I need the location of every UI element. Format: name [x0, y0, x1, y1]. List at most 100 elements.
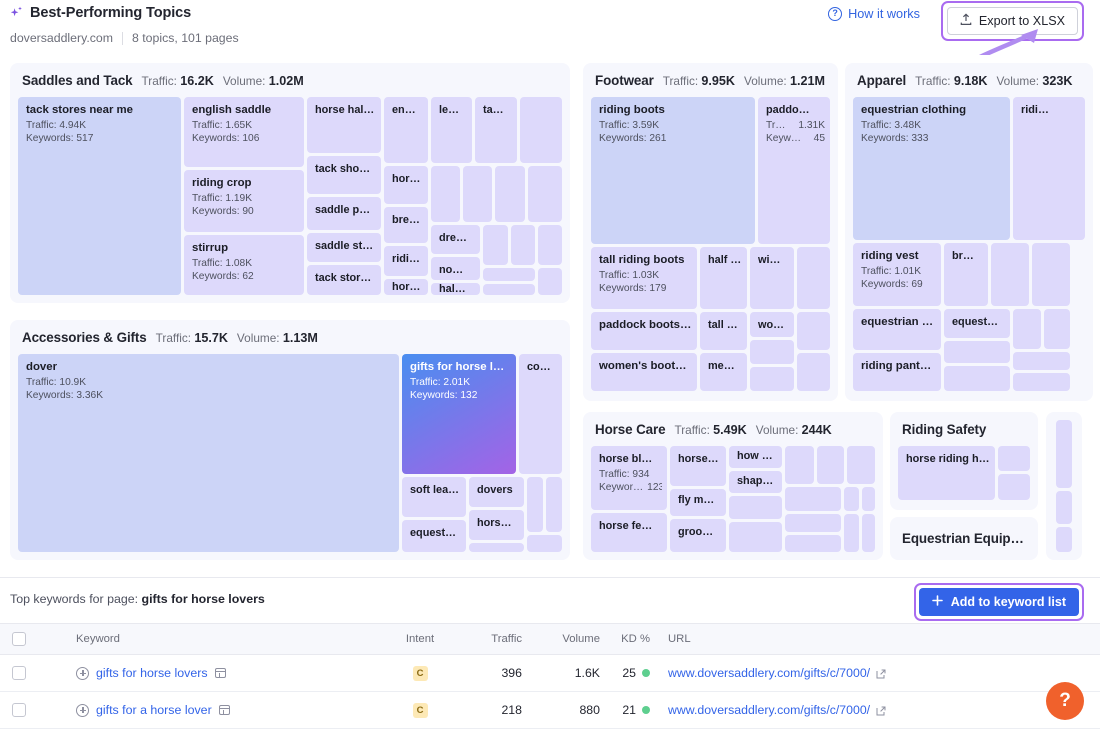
treemap-tile[interactable]: [483, 284, 535, 295]
external-link-icon[interactable]: [876, 705, 886, 715]
treemap-tile[interactable]: [1013, 309, 1041, 349]
treemap-tile[interactable]: tack stores near me Traffic: 4.94K Keywo…: [18, 97, 181, 295]
treemap-tile[interactable]: [785, 535, 841, 552]
treemap-tile[interactable]: ridi…: [1013, 97, 1085, 240]
treemap-tile[interactable]: half …: [700, 247, 747, 309]
treemap-tile[interactable]: fly m…: [670, 489, 726, 516]
treemap-tile[interactable]: [785, 446, 814, 484]
topic-panel-footwear[interactable]: Footwear Traffic: 9.95K Volume: 1.21M ri…: [583, 63, 838, 401]
row-checkbox[interactable]: [12, 666, 26, 680]
treemap-tile[interactable]: saddle st…: [307, 233, 381, 262]
treemap-tile[interactable]: [469, 543, 524, 552]
column-header-intent[interactable]: Intent: [390, 624, 450, 655]
treemap-tile[interactable]: [483, 225, 508, 265]
treemap-tile[interactable]: [527, 477, 543, 532]
treemap-tile[interactable]: ta…: [475, 97, 517, 163]
topic-panel-apparel[interactable]: Apparel Traffic: 9.18K Volume: 323K eque…: [845, 63, 1093, 401]
column-header-url[interactable]: URL: [662, 624, 1100, 655]
treemap-tile[interactable]: saddle pa…: [307, 197, 381, 230]
treemap-tile[interactable]: tack shop…: [307, 156, 381, 194]
treemap-tile[interactable]: [1056, 527, 1072, 552]
external-link-icon[interactable]: [876, 668, 886, 678]
url-link[interactable]: www.doversaddlery.com/gifts/c/7000/: [668, 666, 870, 680]
treemap-tile[interactable]: tall riding boots Traffic: 1.03K Keyword…: [591, 247, 697, 309]
topic-panel-riding-safety[interactable]: Riding Safety horse riding h…: [890, 412, 1038, 510]
treemap-tile[interactable]: stirrup Traffic: 1.08K Keywords: 62: [184, 235, 304, 295]
url-link[interactable]: www.doversaddlery.com/gifts/c/7000/: [668, 703, 870, 717]
treemap-tile[interactable]: [785, 514, 841, 532]
treemap-tile[interactable]: brea…: [384, 207, 428, 243]
column-header-volume[interactable]: Volume: [522, 624, 600, 655]
select-all-checkbox[interactable]: [12, 632, 26, 646]
treemap-tile[interactable]: groo…: [670, 519, 726, 552]
intent-badge[interactable]: C: [413, 666, 428, 681]
treemap-tile[interactable]: women's boot…: [591, 353, 697, 391]
treemap-tile[interactable]: horse bl… Traffic: 934 Keywor… 123: [591, 446, 667, 510]
treemap-tile[interactable]: tall …: [700, 312, 747, 350]
add-keyword-icon[interactable]: [76, 667, 89, 680]
treemap-tile[interactable]: [463, 166, 492, 222]
treemap-tile[interactable]: equestrian clothing Traffic: 3.48K Keywo…: [853, 97, 1010, 240]
treemap-tile[interactable]: riding crop Traffic: 1.19K Keywords: 90: [184, 170, 304, 232]
treemap-tile[interactable]: [528, 166, 562, 222]
treemap-tile[interactable]: [797, 312, 830, 350]
treemap-tile[interactable]: riding vest Traffic: 1.01K Keywords: 69: [853, 243, 941, 306]
treemap-tile[interactable]: [527, 535, 562, 552]
treemap-tile[interactable]: [844, 487, 859, 511]
treemap-tile[interactable]: wom…: [750, 312, 794, 337]
how-it-works-link[interactable]: ? How it works: [828, 7, 920, 21]
treemap-tile[interactable]: [1032, 243, 1070, 306]
treemap-tile[interactable]: [847, 446, 875, 484]
column-header-keyword[interactable]: Keyword: [38, 624, 390, 655]
add-to-keyword-list-button[interactable]: Add to keyword list: [919, 588, 1079, 616]
treemap-tile[interactable]: [1013, 352, 1070, 370]
treemap-tile[interactable]: [991, 243, 1029, 306]
treemap-tile[interactable]: [729, 496, 782, 519]
treemap-tile[interactable]: [862, 514, 875, 552]
treemap-tile[interactable]: cog…: [519, 354, 562, 474]
treemap-tile[interactable]: [750, 367, 794, 391]
treemap-tile[interactable]: soft lea…: [402, 477, 466, 517]
treemap-tile[interactable]: hal…: [431, 283, 480, 295]
treemap-tile[interactable]: br…: [944, 243, 988, 306]
treemap-tile[interactable]: equest…: [944, 309, 1010, 338]
treemap-tile[interactable]: me…: [700, 353, 747, 391]
treemap-tile-selected[interactable]: gifts for horse lo… Traffic: 2.01K Keywo…: [402, 354, 516, 474]
table-row[interactable]: gifts for horse lovers C 396 1.6K 25: [0, 655, 1100, 692]
treemap-tile[interactable]: [1056, 420, 1072, 488]
treemap-tile[interactable]: dre…: [431, 225, 480, 254]
keyword-link[interactable]: gifts for horse lovers: [96, 666, 208, 680]
treemap-tile[interactable]: [729, 522, 782, 552]
treemap-tile[interactable]: equest…: [402, 520, 466, 552]
topic-panel-saddles-and-tack[interactable]: Saddles and Tack Traffic: 16.2K Volume: …: [10, 63, 570, 303]
treemap-tile[interactable]: [817, 446, 844, 484]
treemap-tile[interactable]: [797, 353, 830, 391]
serp-features-icon[interactable]: [215, 668, 226, 678]
treemap-tile[interactable]: english saddle Traffic: 1.65K Keywords: …: [184, 97, 304, 167]
treemap-tile[interactable]: [750, 340, 794, 364]
topic-panel-equestrian-equipment[interactable]: Equestrian Equip…: [890, 517, 1038, 560]
topic-panel-horse-care[interactable]: Horse Care Traffic: 5.49K Volume: 244K h…: [583, 412, 883, 560]
treemap-tile[interactable]: shap…: [729, 471, 782, 493]
treemap-tile[interactable]: horse fe…: [591, 513, 667, 552]
serp-features-icon[interactable]: [219, 705, 230, 715]
treemap-tile[interactable]: horse…: [670, 446, 726, 486]
column-header-traffic[interactable]: Traffic: [450, 624, 522, 655]
treemap-tile[interactable]: [538, 268, 562, 295]
treemap-tile[interactable]: [862, 487, 875, 511]
treemap-tile[interactable]: tack stor…: [307, 265, 381, 295]
treemap-tile[interactable]: [1056, 491, 1072, 524]
treemap-tile[interactable]: [998, 474, 1030, 500]
treemap-tile[interactable]: [511, 225, 535, 265]
treemap-tile[interactable]: [483, 268, 535, 281]
intent-badge[interactable]: C: [413, 703, 428, 718]
treemap-tile[interactable]: horse riding h…: [898, 446, 995, 500]
column-header-kd[interactable]: KD %: [600, 624, 662, 655]
treemap-tile[interactable]: hors…: [384, 166, 428, 204]
treemap-tile[interactable]: [1044, 309, 1070, 349]
table-row[interactable]: gifts for a horse lover C 218 880 21: [0, 692, 1100, 729]
treemap-tile[interactable]: equestrian r…: [853, 309, 941, 350]
treemap-tile[interactable]: le…: [431, 97, 472, 163]
treemap-tile[interactable]: how …: [729, 446, 782, 468]
add-keyword-icon[interactable]: [76, 704, 89, 717]
